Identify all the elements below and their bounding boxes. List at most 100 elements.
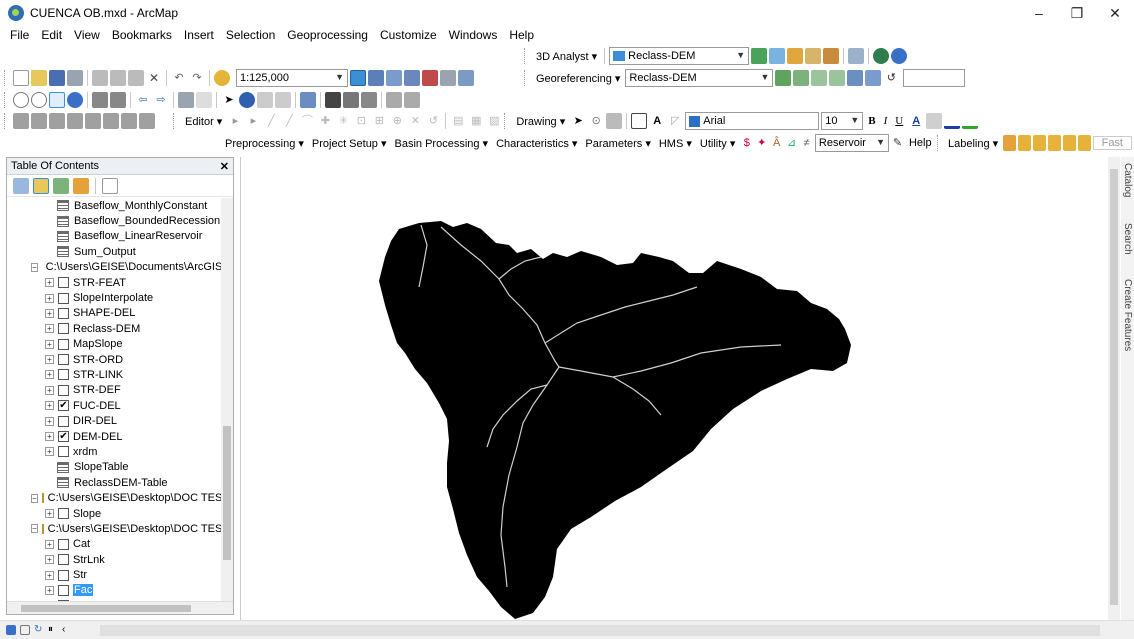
copy-icon[interactable]	[110, 70, 126, 86]
layer-visibility-checkbox[interactable]	[58, 446, 69, 458]
add-data-icon[interactable]	[214, 70, 230, 86]
profile-graph-icon[interactable]	[805, 48, 822, 64]
search-window-icon[interactable]	[404, 70, 420, 86]
watershed-basin-polygon[interactable]	[379, 221, 851, 619]
toc-item[interactable]: ReclassDEM-Table	[7, 475, 223, 490]
modelbuilder-icon[interactable]	[458, 70, 474, 86]
batch-point-icon[interactable]: ✦	[755, 135, 768, 151]
labeling-menu[interactable]: Labeling ▾	[945, 137, 1001, 150]
rotate-element-icon[interactable]: ⊙	[588, 113, 604, 129]
forward-extent-icon[interactable]: ⇨	[153, 92, 169, 108]
layer-visibility-checkbox[interactable]	[58, 538, 69, 550]
toc-item[interactable]: − C:\Users\GEISE\Documents\ArcGIS\	[7, 260, 223, 275]
delete-vertex-icon[interactable]: ↺	[425, 113, 441, 129]
toc-item[interactable]: + STR-LINK	[7, 367, 223, 382]
fixed-zoom-in-icon[interactable]	[92, 92, 108, 108]
arcglobe-icon[interactable]	[873, 48, 890, 64]
menu-view[interactable]: View	[68, 26, 106, 44]
toc-item[interactable]: + ✔ FUC-DEL	[7, 398, 223, 413]
pause-labeling-icon[interactable]	[1062, 135, 1076, 151]
straight-segment-icon[interactable]: ╱	[263, 113, 279, 129]
help-button[interactable]: Help	[906, 137, 935, 149]
steepest-path-icon[interactable]	[769, 48, 786, 64]
clear-selection-icon[interactable]	[196, 92, 212, 108]
drawing-menu[interactable]: Drawing ▾	[513, 115, 568, 128]
font-name-select[interactable]: Arial	[685, 112, 820, 130]
layer-visibility-checkbox[interactable]	[58, 554, 69, 566]
cut-polygons-icon[interactable]: ⊞	[371, 113, 387, 129]
point-icon[interactable]: ✚	[317, 113, 333, 129]
paste-icon[interactable]	[128, 70, 144, 86]
toc-item[interactable]: + Slope	[7, 506, 223, 521]
edit-vertices-icon[interactable]: ✳	[335, 113, 351, 129]
toc-item[interactable]: Baseflow_BoundedRecession	[7, 213, 223, 228]
catalog-window-icon[interactable]	[386, 70, 402, 86]
open-folder-icon[interactable]	[31, 70, 47, 86]
layer-visibility-checkbox[interactable]: ✔	[58, 431, 69, 443]
toolbar-grip[interactable]	[173, 113, 177, 129]
go-to-xy-icon[interactable]	[361, 92, 377, 108]
pan-icon[interactable]	[49, 92, 65, 108]
fixed-zoom-out-icon[interactable]	[110, 92, 126, 108]
interpolate-line-icon[interactable]	[823, 48, 840, 64]
zoom-in-icon[interactable]	[13, 92, 29, 108]
add-control-points-icon[interactable]	[775, 70, 792, 86]
quality-select[interactable]: Fast	[1092, 136, 1132, 150]
arcscene-icon[interactable]	[891, 48, 908, 64]
time-slider-icon[interactable]	[386, 92, 402, 108]
toc-item[interactable]: Baseflow_MonthlyConstant	[7, 198, 223, 213]
toc-item[interactable]: + ✔ DEM-DEL	[7, 429, 223, 444]
list-by-drawing-order-icon[interactable]	[13, 177, 29, 194]
line-color-icon[interactable]	[944, 113, 961, 129]
hyperlink-icon[interactable]	[257, 92, 273, 108]
layer-visibility-checkbox[interactable]	[58, 277, 69, 289]
label-weight-icon[interactable]	[1032, 135, 1046, 151]
toolbar-grip[interactable]	[504, 113, 508, 129]
scale-icon[interactable]	[829, 70, 846, 86]
scroll-left-icon[interactable]: ‹	[62, 625, 72, 635]
toolbar-grip[interactable]	[936, 135, 940, 151]
arctoolbox-icon[interactable]	[422, 70, 438, 86]
scrollbar-thumb[interactable]	[223, 426, 231, 560]
toc-item[interactable]: + Str	[7, 567, 223, 582]
toc-item[interactable]: SlopeTable	[7, 460, 223, 475]
shift-icon[interactable]	[811, 70, 828, 86]
expand-collapse-icon[interactable]: +	[45, 570, 54, 580]
layer-visibility-checkbox[interactable]	[58, 338, 69, 350]
menu-help[interactable]: Help	[503, 26, 540, 44]
print-icon[interactable]	[67, 70, 83, 86]
find-icon[interactable]	[325, 92, 341, 108]
snap-tangent-icon[interactable]	[139, 113, 155, 129]
measure-icon[interactable]	[300, 92, 316, 108]
analyst3d-layer-select[interactable]: Reclass-DEM ▼	[609, 47, 750, 65]
project-setup-menu[interactable]: Project Setup ▾	[309, 137, 390, 150]
flow-path-icon[interactable]: $	[740, 135, 753, 151]
redo-icon[interactable]: ↷	[189, 70, 205, 86]
snap-point-icon[interactable]	[31, 113, 47, 129]
toc-vertical-scrollbar[interactable]	[221, 198, 233, 602]
expand-collapse-icon[interactable]: +	[45, 416, 54, 426]
expand-collapse-icon[interactable]: +	[45, 278, 54, 288]
layer-visibility-checkbox[interactable]	[58, 369, 69, 381]
full-extent-icon[interactable]	[67, 92, 83, 108]
menu-bookmarks[interactable]: Bookmarks	[106, 26, 178, 44]
expand-collapse-icon[interactable]: +	[45, 324, 54, 334]
list-by-selection-icon[interactable]	[73, 177, 89, 194]
toc-item[interactable]: + SlopeInterpolate	[7, 290, 223, 305]
toc-item[interactable]: + STR-ORD	[7, 352, 223, 367]
italic-button[interactable]: I	[881, 115, 891, 127]
close-icon[interactable]: ✕	[220, 160, 229, 173]
create-viewer-icon[interactable]	[404, 92, 420, 108]
reservoir-layer-select[interactable]: Reservoir ▼	[814, 134, 890, 152]
label-manager-icon[interactable]	[1003, 135, 1017, 151]
toc-window-icon[interactable]	[368, 70, 384, 86]
callout-icon[interactable]: ◸	[667, 113, 683, 129]
snap-end-icon[interactable]	[49, 113, 65, 129]
maximize-button[interactable]: ❐	[1058, 0, 1096, 26]
lock-labels-icon[interactable]	[1047, 135, 1061, 151]
characteristics-menu[interactable]: Characteristics ▾	[493, 137, 580, 150]
map-display[interactable]	[240, 157, 1108, 620]
create-features-icon[interactable]: ▧	[486, 113, 502, 129]
layer-visibility-checkbox[interactable]	[58, 415, 69, 427]
undo-icon[interactable]: ↶	[171, 70, 187, 86]
